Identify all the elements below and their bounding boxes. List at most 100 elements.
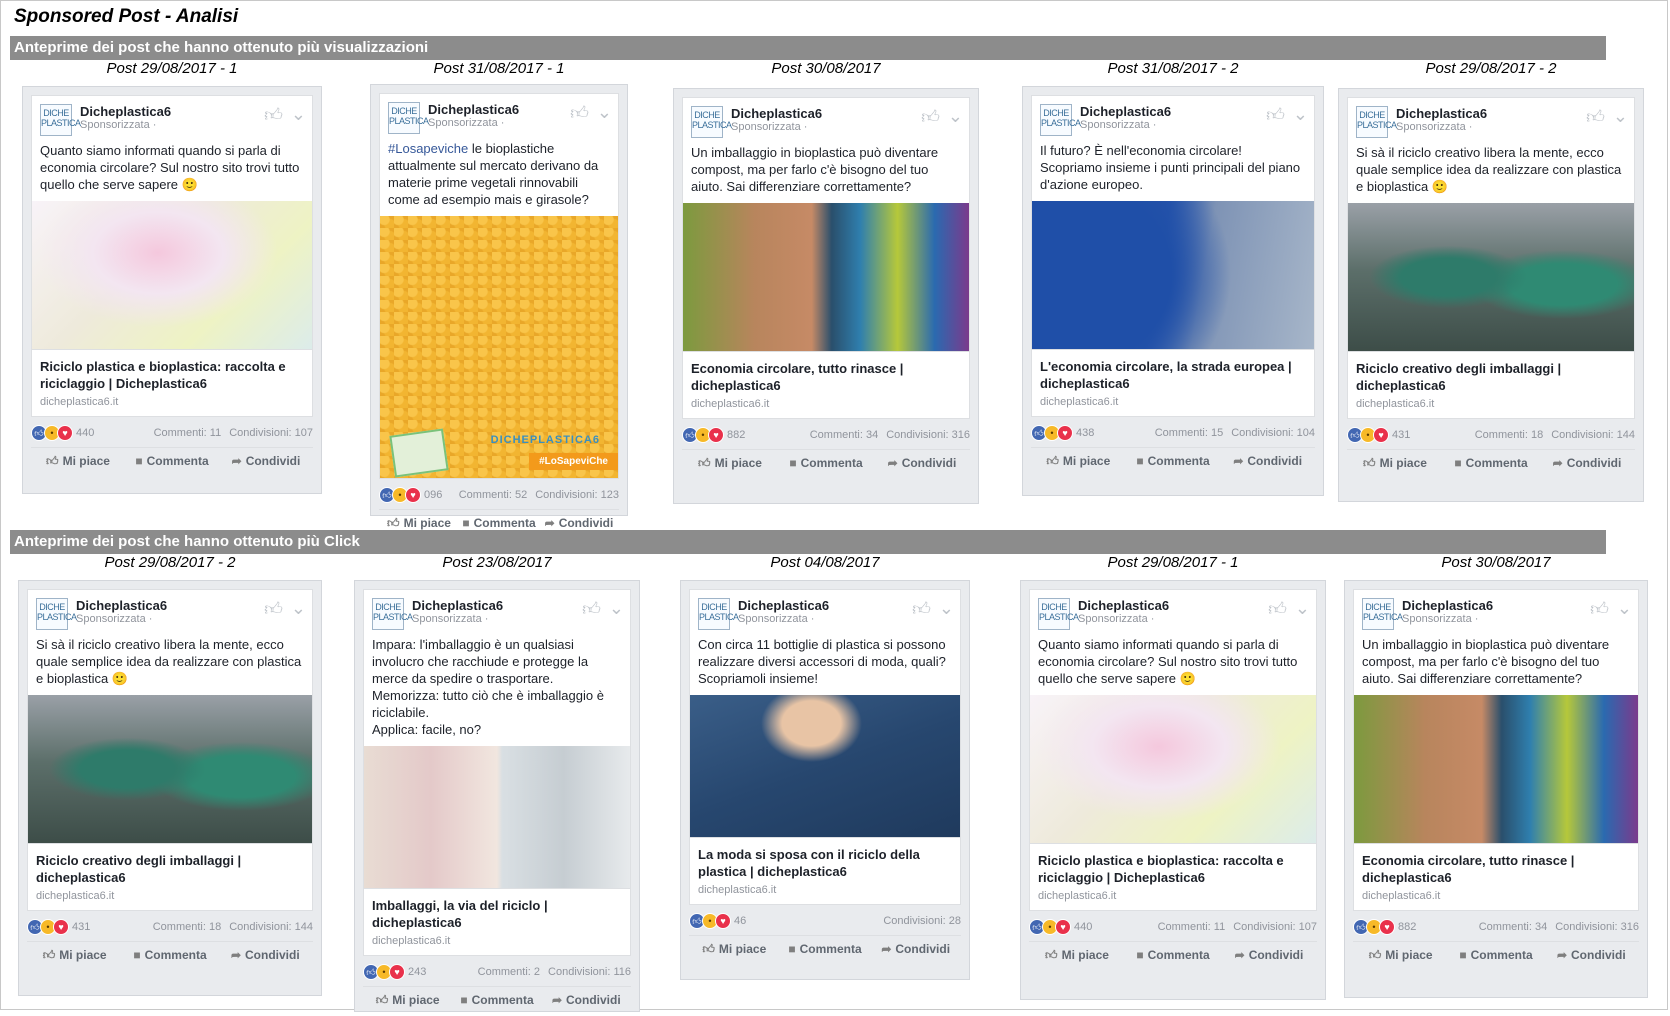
reaction-icons[interactable]: 👍︎ • ♥	[682, 427, 724, 443]
share-button[interactable]: ➦ Condividi	[1544, 948, 1639, 963]
post-card[interactable]: DICHE PLASTICA Dicheplastica6 Sponsorizzat…	[680, 580, 970, 980]
comments-count[interactable]: Commenti: 11	[154, 427, 222, 439]
comment-button[interactable]: ■ Comment​a	[780, 942, 871, 957]
like-button[interactable]: 👍︎ Mi piace	[689, 942, 780, 957]
post-card[interactable]: DICHE PLASTICA Dicheplastica6 Sponsorizzat…	[354, 580, 640, 1012]
page-logo[interactable]: DICHE PLASTICA	[36, 598, 77, 630]
like-button[interactable]: 👍︎ Mi piace	[27, 948, 122, 963]
reaction-icons[interactable]: 👍︎ • ♥	[1347, 427, 1389, 443]
shares-count[interactable]: Condivisioni: 316	[886, 429, 970, 441]
page-name-link[interactable]: Dicheplastica6	[1078, 598, 1169, 613]
post-card[interactable]: DICHE PLASTICA Dicheplastica6 Sponsorizzat…	[1338, 88, 1644, 502]
page-logo[interactable]: DICHE PLASTICA	[388, 102, 429, 134]
like-page-icon[interactable]: 👍︎	[921, 106, 940, 128]
like-page-icon[interactable]: 👍︎	[264, 598, 283, 620]
post-image[interactable]	[1348, 203, 1634, 351]
share-button[interactable]: ➦ Condividi	[539, 516, 619, 531]
post-image[interactable]	[1030, 695, 1316, 843]
link-title[interactable]: Riciclo plastica e bioplastica: raccolta…	[40, 358, 304, 392]
page-logo[interactable]: DICHE PLASTICA	[1362, 598, 1403, 630]
reaction-icons[interactable]: 👍︎ • ♥	[27, 919, 69, 935]
share-button[interactable]: ➦ Condividi	[218, 948, 313, 963]
link-preview[interactable]: Riciclo plastica e bioplastica: raccolta…	[31, 350, 313, 417]
page-logo[interactable]: DICHE PLASTICA	[1040, 104, 1081, 136]
chevron-down-icon[interactable]: ⌄	[1293, 104, 1308, 126]
shares-count[interactable]: Condivisioni: 316	[1555, 921, 1639, 933]
comment-button[interactable]: ■ Comment​a	[1448, 948, 1543, 963]
shares-count[interactable]: Condivisioni: 107	[229, 427, 313, 439]
share-button[interactable]: ➦ Condividi	[870, 942, 961, 957]
like-button[interactable]: 👍︎ Mi piace	[1031, 454, 1126, 469]
page-name-link[interactable]: Dicheplastica6	[738, 598, 829, 613]
post-image[interactable]	[364, 746, 630, 888]
share-button[interactable]: ➦ Condividi	[219, 454, 313, 469]
page-logo[interactable]: DICHE PLASTICA	[698, 598, 739, 630]
post-image[interactable]	[690, 695, 960, 837]
like-page-icon[interactable]: 👍︎	[1586, 106, 1605, 128]
link-preview[interactable]: Economia circolare, tutto rinasce | dich…	[1353, 844, 1639, 911]
share-button[interactable]: ➦ Condividi	[1220, 454, 1315, 469]
post-card[interactable]: DICHE PLASTICA Dicheplastica6 Sponsorizzat…	[1344, 580, 1648, 998]
link-title[interactable]: La moda si sposa con il riciclo della pl…	[698, 846, 952, 880]
like-button[interactable]: 👍︎ Mi piace	[682, 456, 778, 471]
post-card[interactable]: DICHE PLASTICA Dicheplastica6 Sponsorizzat…	[673, 88, 979, 504]
like-page-icon[interactable]: 👍︎	[912, 598, 931, 620]
reactions-count[interactable]: 440	[76, 427, 94, 439]
chevron-down-icon[interactable]: ⌄	[1617, 598, 1632, 620]
like-page-icon[interactable]: 👍︎	[570, 102, 589, 124]
page-name-link[interactable]: Dicheplastica6	[428, 102, 519, 117]
comments-count[interactable]: Commenti: 34	[1479, 921, 1547, 933]
post-card[interactable]: DICHE PLASTICA Dicheplastica6 Sponsorizzat…	[18, 580, 322, 996]
page-name-link[interactable]: Dicheplastica6	[1396, 106, 1487, 121]
reaction-icons[interactable]: 👍︎ • ♥	[31, 425, 73, 441]
post-image[interactable]: DICHEPLASTICA6 #LoSapeviChe	[380, 216, 618, 478]
like-page-icon[interactable]: 👍︎	[1268, 598, 1287, 620]
like-page-icon[interactable]: 👍︎	[1266, 104, 1285, 126]
link-preview[interactable]: Riciclo creativo degli imballaggi | dich…	[27, 844, 313, 911]
post-image[interactable]	[1354, 695, 1638, 843]
post-card[interactable]: DICHE PLASTICA Dicheplastica6 Sponsorizzat…	[370, 84, 628, 530]
link-title[interactable]: Riciclo creativo degli imballaggi | dich…	[36, 852, 304, 886]
shares-count[interactable]: Condivisioni: 123	[535, 489, 619, 501]
reactions-count[interactable]: 438	[1076, 427, 1094, 439]
link-title[interactable]: Economia circolare, tutto rinasce | dich…	[1362, 852, 1630, 886]
comment-button[interactable]: ■ Comment​a	[1125, 948, 1221, 963]
comment-button[interactable]: ■ Comment​a	[122, 948, 217, 963]
like-button[interactable]: 👍︎ Mi piace	[363, 993, 452, 1008]
page-logo[interactable]: DICHE PLASTICA	[1356, 106, 1397, 138]
comment-button[interactable]: ■ Comment​a	[125, 454, 219, 469]
comments-count[interactable]: Commenti: 11	[1158, 921, 1226, 933]
comments-count[interactable]: Commenti: 18	[1475, 429, 1543, 441]
post-card[interactable]: DICHE PLASTICA Dicheplastica6 Sponsorizzat…	[1022, 86, 1324, 496]
shares-count[interactable]: Condivisioni: 107	[1233, 921, 1317, 933]
page-name-link[interactable]: Dicheplastica6	[731, 106, 822, 121]
reactions-count[interactable]: 46	[734, 915, 746, 927]
like-page-icon[interactable]: 👍︎	[1590, 598, 1609, 620]
post-image[interactable]	[28, 695, 312, 843]
shares-count[interactable]: Condivisioni: 144	[1551, 429, 1635, 441]
post-card[interactable]: DICHE PLASTICA Dicheplastica6 Sponsorizzat…	[22, 86, 322, 494]
page-name-link[interactable]: Dicheplastica6	[1402, 598, 1493, 613]
page-logo[interactable]: DICHE PLASTICA	[40, 104, 81, 136]
like-page-icon[interactable]: 👍︎	[264, 104, 283, 126]
comments-count[interactable]: Commenti: 34	[810, 429, 878, 441]
reaction-icons[interactable]: 👍︎ • ♥	[363, 964, 405, 980]
link-preview[interactable]: L'economia circolare, la strada europea …	[1031, 350, 1315, 417]
comments-count[interactable]: Commenti: 15	[1155, 427, 1223, 439]
chevron-down-icon[interactable]: ⌄	[939, 598, 954, 620]
shares-count[interactable]: Condivisioni: 104	[1231, 427, 1315, 439]
page-name-link[interactable]: Dicheplastica6	[412, 598, 503, 613]
reaction-icons[interactable]: 👍︎ • ♥	[689, 913, 731, 929]
link-title[interactable]: Imballaggi, la via del riciclo | dichepl…	[372, 897, 622, 931]
reactions-count[interactable]: 243	[408, 966, 426, 978]
reaction-icons[interactable]: 👍︎ • ♥	[379, 487, 421, 503]
like-button[interactable]: 👍︎ Mi piace	[31, 454, 125, 469]
reactions-count[interactable]: 431	[72, 921, 90, 933]
chevron-down-icon[interactable]: ⌄	[1295, 598, 1310, 620]
link-preview[interactable]: La moda si sposa con il riciclo della pl…	[689, 838, 961, 905]
page-logo[interactable]: DICHE PLASTICA	[1038, 598, 1079, 630]
link-title[interactable]: Riciclo creativo degli imballaggi | dich…	[1356, 360, 1626, 394]
link-preview[interactable]: Riciclo creativo degli imballaggi | dich…	[1347, 352, 1635, 419]
post-image[interactable]	[1032, 201, 1314, 349]
chevron-down-icon[interactable]: ⌄	[1613, 106, 1628, 128]
